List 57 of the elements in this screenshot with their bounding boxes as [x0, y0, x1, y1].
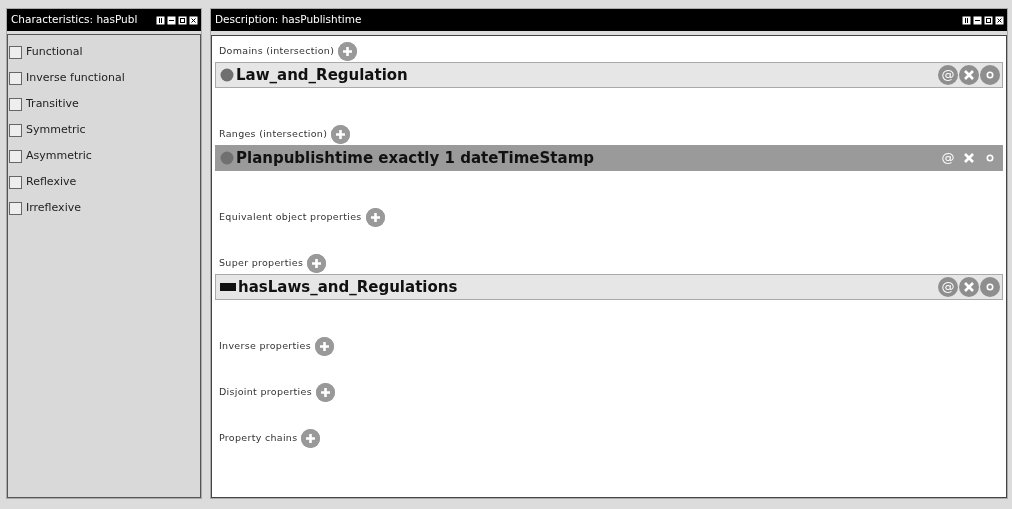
entry-row[interactable]: hasLaws_and_Regulations @	[215, 274, 1003, 300]
checkbox-label: Symmetric	[26, 121, 86, 138]
minimize-icon[interactable]	[167, 15, 176, 25]
ring-icon	[985, 153, 995, 163]
circle-icon	[220, 151, 234, 165]
checkbox[interactable]	[9, 45, 22, 59]
edit-button[interactable]	[980, 277, 1000, 297]
section-label: Super properties	[219, 255, 304, 270]
section-label: Property chains	[219, 430, 298, 445]
add-button[interactable]	[338, 41, 358, 61]
x-icon	[964, 282, 974, 292]
entry-text: Law_and_Regulation	[236, 64, 408, 86]
ring-icon	[985, 282, 995, 292]
checkbox[interactable]	[9, 175, 22, 189]
add-button[interactable]	[365, 207, 385, 227]
close-icon[interactable]	[189, 15, 198, 25]
maximize-icon[interactable]	[984, 15, 993, 25]
ring-icon	[985, 70, 995, 80]
checkbox-label: Inverse functional	[26, 69, 125, 86]
section-label: Equivalent object properties	[219, 209, 362, 224]
checkbox[interactable]	[9, 97, 22, 111]
add-button[interactable]	[307, 253, 327, 273]
panel-title: Characteristics: hasPubl	[11, 12, 138, 28]
delete-button[interactable]	[959, 277, 979, 297]
add-button[interactable]	[314, 336, 334, 356]
checkbox-label: Transitive	[26, 95, 79, 112]
checkbox[interactable]	[9, 201, 22, 215]
split-view-icon[interactable]	[156, 15, 165, 25]
checkbox[interactable]	[9, 149, 22, 163]
checkbox[interactable]	[9, 71, 22, 85]
checkbox-label: Functional	[26, 43, 83, 60]
split-view-icon[interactable]	[962, 15, 971, 25]
x-icon	[964, 70, 974, 80]
circle-icon	[220, 68, 234, 82]
edit-button[interactable]	[980, 65, 1000, 85]
section-label: Domains (intersection)	[219, 43, 335, 58]
checkbox-label: Irreflexive	[26, 199, 81, 216]
add-button[interactable]	[315, 382, 335, 402]
entry-text: Planpublishtime exactly 1 dateTimeStamp	[236, 147, 594, 169]
checkbox[interactable]	[9, 123, 22, 137]
x-icon	[964, 153, 974, 163]
checkbox-label: Asymmetric	[26, 147, 92, 164]
maximize-icon[interactable]	[178, 15, 187, 25]
section-label: Disjoint properties	[219, 384, 312, 399]
add-button[interactable]	[331, 124, 351, 144]
minimize-icon[interactable]	[973, 15, 982, 25]
add-button[interactable]	[301, 428, 321, 448]
bar-icon	[220, 282, 236, 292]
section-label: Ranges (intersection)	[219, 126, 328, 141]
panel-title: Description: hasPublishtime	[215, 12, 362, 28]
entry-text: hasLaws_and_Regulations	[238, 276, 458, 298]
checkbox-label: Reflexive	[26, 173, 77, 190]
section-label: Inverse properties	[219, 338, 311, 353]
entry-row[interactable]: Planpublishtime exactly 1 dateTimeStamp @	[215, 145, 1003, 171]
entry-row[interactable]: Law_and_Regulation @	[215, 62, 1003, 88]
delete-button[interactable]	[959, 65, 979, 85]
close-icon[interactable]	[995, 15, 1004, 25]
